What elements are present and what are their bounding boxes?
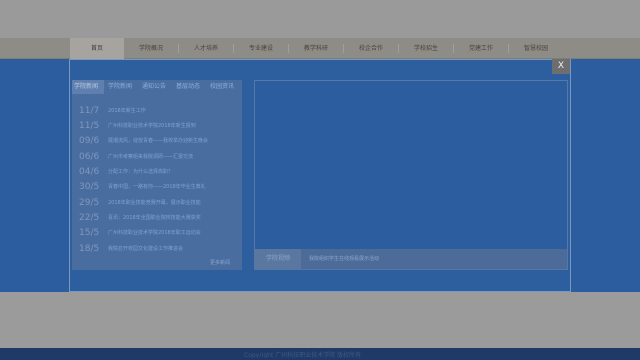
nav-item-party[interactable]: 党建工作 — [454, 38, 508, 59]
news-date: 11/7 — [79, 106, 100, 116]
nav-item-admission[interactable]: 学校招生 — [399, 38, 453, 59]
list-item[interactable]: 30/5 青春中国，一路有你——2018年毕业生典礼 — [72, 180, 242, 194]
news-date: 11/5 — [79, 121, 100, 131]
news-title[interactable]: 我院召开校园文化建设工作推进会 — [108, 242, 236, 256]
news-title[interactable]: 广州科技职业技术学院2018年新生报到 — [108, 119, 236, 133]
news-title[interactable]: 展潮流风，绽放青春——我校举办迎新生晚会 — [108, 134, 236, 148]
list-item[interactable]: 22/5 喜讯：2018年全国职业院校技能大赛获奖 — [72, 211, 242, 225]
news-date: 22/5 — [79, 213, 100, 223]
news-title[interactable]: 青春中国，一路有你——2018年毕业生典礼 — [108, 180, 236, 194]
nav-item-talent[interactable]: 人才培养 — [179, 38, 233, 59]
news-title[interactable]: 2018年新生工作 — [108, 104, 236, 118]
nav-item-majors[interactable]: 专业建设 — [234, 38, 288, 59]
video-caption-bar: 学院视频 我院组织学生在线观看展示活动 — [255, 249, 567, 269]
news-date: 15/5 — [79, 228, 100, 238]
tab-notices[interactable]: 通知公告 — [142, 80, 172, 94]
footer-copyright: Copyright 广州科技职业技术学院 版权所有 — [244, 352, 362, 358]
news-title[interactable]: 广州科技职业技术学院2018年职工运动会 — [108, 226, 236, 240]
main-nav: 首页 学院概况 人才培养 专业建设 教学科研 校企合作 学校招生 党建工作 智慧… — [0, 38, 640, 59]
nav-item-cooperation[interactable]: 校企合作 — [344, 38, 398, 59]
video-caption[interactable]: 我院组织学生在线观看展示活动 — [309, 249, 559, 269]
nav-item-research[interactable]: 教学科研 — [289, 38, 343, 59]
list-item[interactable]: 15/5 广州科技职业技术学院2018年职工运动会 — [72, 226, 242, 240]
site-footer: Copyright 广州科技职业技术学院 版权所有 — [0, 348, 640, 360]
nav-item-smart-campus[interactable]: 智慧校园 — [509, 38, 563, 59]
news-title[interactable]: 2018年职业技能竞赛开幕，展示职业技能 — [108, 196, 236, 210]
list-item[interactable]: 06/6 广州市考察组来我院调研——汇报交流 — [72, 150, 242, 164]
list-item[interactable]: 29/5 2018年职业技能竞赛开幕，展示职业技能 — [72, 196, 242, 210]
news-tabs: 学院新闻 学院新闻 通知公告 基层动态 校园资讯 — [72, 80, 242, 94]
video-panel: 学院视频 我院组织学生在线观看展示活动 — [254, 80, 568, 270]
page-lower-section — [0, 292, 640, 348]
tab-campus-info[interactable]: 校园资讯 — [210, 80, 242, 94]
more-news-link[interactable]: 更多新闻 — [210, 259, 230, 266]
list-item[interactable]: 11/5 广州科技职业技术学院2018年新生报到 — [72, 119, 242, 133]
news-panel: 学院新闻 学院新闻 通知公告 基层动态 校园资讯 11/7 2018年新生工作 … — [72, 80, 242, 270]
nav-item-about[interactable]: 学院概况 — [124, 38, 178, 59]
close-button[interactable]: X — [552, 59, 570, 74]
tab-grassroots[interactable]: 基层动态 — [176, 80, 206, 94]
list-item[interactable]: 11/7 2018年新生工作 — [72, 104, 242, 118]
site-header — [0, 0, 640, 38]
news-date: 30/5 — [79, 182, 100, 192]
news-date: 18/5 — [79, 244, 100, 254]
news-title[interactable]: 广州市考察组来我院调研——汇报交流 — [108, 150, 236, 164]
news-title[interactable]: 分配工作：为什么选择高职？ — [108, 165, 236, 179]
video-tag[interactable]: 学院视频 — [255, 249, 301, 269]
list-item[interactable]: 09/6 展潮流风，绽放青春——我校举办迎新生晚会 — [72, 134, 242, 148]
tab-news[interactable]: 学院新闻 — [108, 80, 138, 94]
nav-item-home[interactable]: 首页 — [70, 38, 124, 59]
news-date: 29/5 — [79, 198, 100, 208]
tab-college-news[interactable]: 学院新闻 — [72, 80, 104, 94]
news-date: 06/6 — [79, 152, 100, 162]
news-date: 04/6 — [79, 167, 100, 177]
news-date: 09/6 — [79, 136, 100, 146]
list-item[interactable]: 18/5 我院召开校园文化建设工作推进会 — [72, 242, 242, 256]
list-item[interactable]: 04/6 分配工作：为什么选择高职？ — [72, 165, 242, 179]
news-title[interactable]: 喜讯：2018年全国职业院校技能大赛获奖 — [108, 211, 236, 225]
